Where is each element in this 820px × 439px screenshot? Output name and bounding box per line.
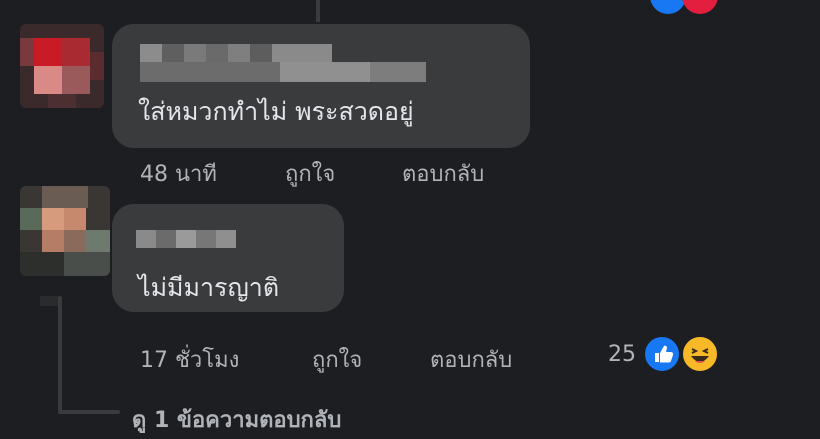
comment-time[interactable]: 17 ชั่วโมง: [140, 342, 239, 377]
thread-connector: [58, 296, 62, 414]
thread-connector: [58, 410, 120, 414]
like-button[interactable]: ถูกใจ: [285, 156, 335, 191]
avatar[interactable]: [20, 24, 104, 108]
haha-icon[interactable]: [680, 334, 720, 374]
commenter-name[interactable]: [140, 44, 332, 62]
avatar[interactable]: [20, 186, 110, 276]
reply-button[interactable]: ตอบกลับ: [402, 156, 484, 191]
reply-button[interactable]: ตอบกลับ: [430, 342, 512, 377]
comment-text: ใส่หมวกทำไม่ พระสวดอยู่: [138, 97, 414, 126]
thread-connector: [316, 0, 320, 22]
like-button[interactable]: ถูกใจ: [312, 342, 362, 377]
commenter-name-blur: [140, 62, 426, 82]
love-icon: [682, 0, 718, 14]
commenter-name[interactable]: [136, 230, 236, 248]
reaction-count[interactable]: 25: [608, 342, 636, 367]
like-icon: [650, 0, 686, 14]
like-icon[interactable]: [642, 334, 682, 374]
comment-text: ไม่มีมารญาติ: [138, 273, 280, 302]
thread-connector: [40, 296, 58, 306]
view-replies-link[interactable]: ดู 1 ข้อความตอบกลับ: [132, 402, 341, 437]
comment-time[interactable]: 48 นาที: [140, 156, 217, 191]
